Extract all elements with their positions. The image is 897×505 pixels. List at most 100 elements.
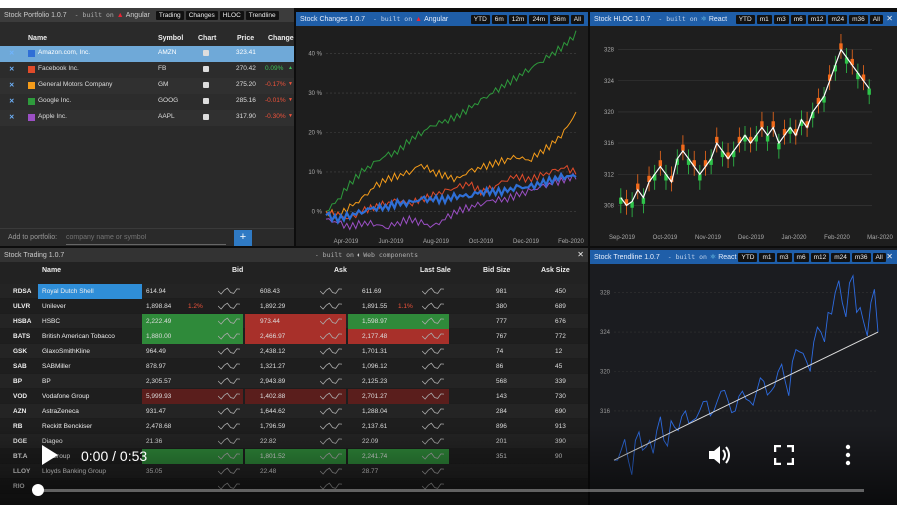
trading-row[interactable]: AZN AstraZeneca 931.47 1,644.62 1,288.04 284 6…: [0, 404, 588, 419]
range-m6[interactable]: m6: [790, 14, 806, 24]
trading-row[interactable]: VOD Vodafone Group 5,999.93 1,402.88 2,701.2…: [0, 389, 588, 404]
remove-stock-icon[interactable]: ✕: [9, 113, 14, 121]
bid-value: 1,898.84: [146, 303, 172, 310]
more-options-icon[interactable]: [844, 444, 852, 466]
close-icon[interactable]: ✕: [886, 14, 893, 23]
range-24m[interactable]: 24m: [529, 14, 549, 24]
col-bid-size[interactable]: Bid Size: [483, 267, 510, 274]
arrow-down-icon: ▼: [288, 97, 293, 103]
bid-value: 964.49: [146, 348, 166, 355]
y-tick-label: 312: [604, 172, 615, 178]
stock-symbol: GOOG: [158, 97, 179, 104]
hloc-range-group: YTD m1 m3 m6 m12 m24 m36 All: [734, 14, 883, 24]
trading-row[interactable]: HSBA HSBC 2,222.49 973.44 1,598.97 777 676: [0, 314, 588, 329]
portfolio-panel: Stock Portfolio 1.0.7 - built on ▲ Angul…: [0, 8, 294, 246]
col-symbol[interactable]: Symbol: [158, 35, 183, 42]
volume-icon[interactable]: [707, 444, 733, 466]
trading-row[interactable]: RDSA Royal Dutch Shell 614.94 608.43 611.69 9…: [0, 284, 588, 299]
x-tick-label: Dec-2019: [738, 235, 765, 241]
close-icon[interactable]: ✕: [886, 252, 893, 261]
changes-chart[interactable]: 0 % 10 % 20 % 30 % 40 % Apr-2019 Jun-2019 Aug-2…: [296, 26, 588, 246]
progress-knob[interactable]: [32, 484, 44, 496]
range-m24[interactable]: m24: [828, 14, 848, 24]
portfolio-row[interactable]: ✕ Amazon.com, Inc. AMZN 323.41: [0, 46, 294, 62]
play-icon[interactable]: [40, 444, 60, 466]
stock-color-swatch: [28, 98, 35, 105]
trading-row[interactable]: ULVR Unilever 1,898.84 1.2% 1,892.29 1,891.55…: [0, 299, 588, 314]
chart-checkbox[interactable]: [203, 114, 209, 120]
fullscreen-icon[interactable]: [774, 445, 794, 465]
col-price[interactable]: Price: [237, 35, 254, 42]
trading-row[interactable]: BP BP 2,305.57 2,943.89 2,125.23 568 339: [0, 374, 588, 389]
chart-checkbox[interactable]: [203, 50, 209, 56]
tab-trendline[interactable]: Trendline: [245, 10, 279, 20]
y-tick-label: 324: [604, 79, 615, 85]
range-m1[interactable]: m1: [756, 14, 772, 24]
trendline-titlebar: Stock Trendline 1.0.7 - built on ⚛ React…: [590, 250, 897, 264]
portfolio-row[interactable]: ✕ General Motors Company GM 275.20 -0.17% ▼: [0, 78, 294, 94]
col-change[interactable]: Change: [268, 35, 294, 42]
y-tick-label: 0 %: [312, 209, 323, 215]
x-tick-label: Oct-2019: [653, 235, 678, 241]
range-m1[interactable]: m1: [759, 252, 775, 262]
x-tick-label: Aug-2019: [423, 239, 450, 245]
remove-stock-icon[interactable]: ✕: [9, 65, 14, 73]
tab-changes[interactable]: Changes: [185, 10, 218, 20]
stock-symbol: SAB: [13, 363, 27, 370]
portfolio-row[interactable]: ✕ Apple Inc. AAPL 317.90 -0.30% ▼: [0, 110, 294, 126]
chart-checkbox[interactable]: [203, 82, 209, 88]
range-m3[interactable]: m3: [776, 252, 792, 262]
portfolio-row[interactable]: ✕ Facebook Inc. FB 270.42 0.09% ▲: [0, 62, 294, 78]
col-name[interactable]: Name: [42, 267, 61, 274]
range-all[interactable]: All: [869, 14, 883, 24]
hloc-chart[interactable]: 308 312 316 320 324 328 Sep-2019 Oct-2019 Nov-20…: [590, 26, 897, 246]
stock-name: British American Tobacco: [42, 333, 115, 340]
range-all[interactable]: All: [570, 14, 584, 24]
bid-value: 2,222.49: [146, 318, 172, 325]
range-12m[interactable]: 12m: [508, 14, 528, 24]
ask-value: 1,644.62: [260, 408, 286, 415]
add-symbol-input[interactable]: [66, 231, 226, 245]
range-ytd[interactable]: YTD: [470, 14, 490, 24]
bid-size: 284: [496, 408, 507, 415]
remove-stock-icon[interactable]: ✕: [9, 49, 14, 57]
remove-stock-icon[interactable]: ✕: [9, 81, 14, 89]
last-sale-value: 1,288.04: [362, 408, 388, 415]
col-chart[interactable]: Chart: [198, 35, 216, 42]
chart-checkbox[interactable]: [203, 66, 209, 72]
candle-body: [867, 88, 871, 95]
ask-value: 1,321.27: [260, 363, 286, 370]
range-all[interactable]: All: [872, 252, 886, 262]
portfolio-row[interactable]: ✕ Google Inc. GOOG 285.16 -0.01% ▼: [0, 94, 294, 110]
tab-trading[interactable]: Trading: [155, 10, 184, 20]
range-ytd[interactable]: YTD: [738, 252, 758, 262]
range-ytd[interactable]: YTD: [735, 14, 755, 24]
trading-row[interactable]: SAB SABMiller 878.97 1,321.27 1,096.12 86 45: [0, 359, 588, 374]
y-tick-label: 328: [600, 291, 611, 297]
col-ask[interactable]: Ask: [334, 267, 347, 274]
chart-checkbox[interactable]: [203, 98, 209, 104]
add-button[interactable]: +: [234, 230, 252, 246]
col-name[interactable]: Name: [28, 35, 47, 42]
range-m24[interactable]: m24: [831, 252, 850, 262]
range-m3[interactable]: m3: [773, 14, 789, 24]
col-bid[interactable]: Bid: [232, 267, 243, 274]
trading-row[interactable]: BATS British American Tobacco 1,880.00 2,46…: [0, 329, 588, 344]
ask-size: 772: [555, 333, 566, 340]
range-m12[interactable]: m12: [807, 14, 827, 24]
range-m6[interactable]: m6: [793, 252, 809, 262]
range-m36[interactable]: m36: [849, 14, 868, 24]
col-last-sale[interactable]: Last Sale: [420, 267, 451, 274]
x-tick-label: Feb-2020: [824, 235, 850, 241]
x-tick-label: Nov-2019: [695, 235, 722, 241]
range-m12[interactable]: m12: [810, 252, 830, 262]
range-36m[interactable]: 36m: [550, 14, 569, 24]
trading-row[interactable]: GSK GlaxoSmithKline 964.49 2,438.12 1,701.31…: [0, 344, 588, 359]
close-icon[interactable]: ✕: [577, 250, 584, 259]
col-ask-size[interactable]: Ask Size: [541, 267, 570, 274]
tab-hloc[interactable]: HLOC: [219, 10, 244, 20]
remove-stock-icon[interactable]: ✕: [9, 97, 14, 105]
range-6m[interactable]: 6m: [491, 14, 507, 24]
progress-track[interactable]: [38, 489, 864, 492]
range-m36[interactable]: m36: [851, 252, 871, 262]
